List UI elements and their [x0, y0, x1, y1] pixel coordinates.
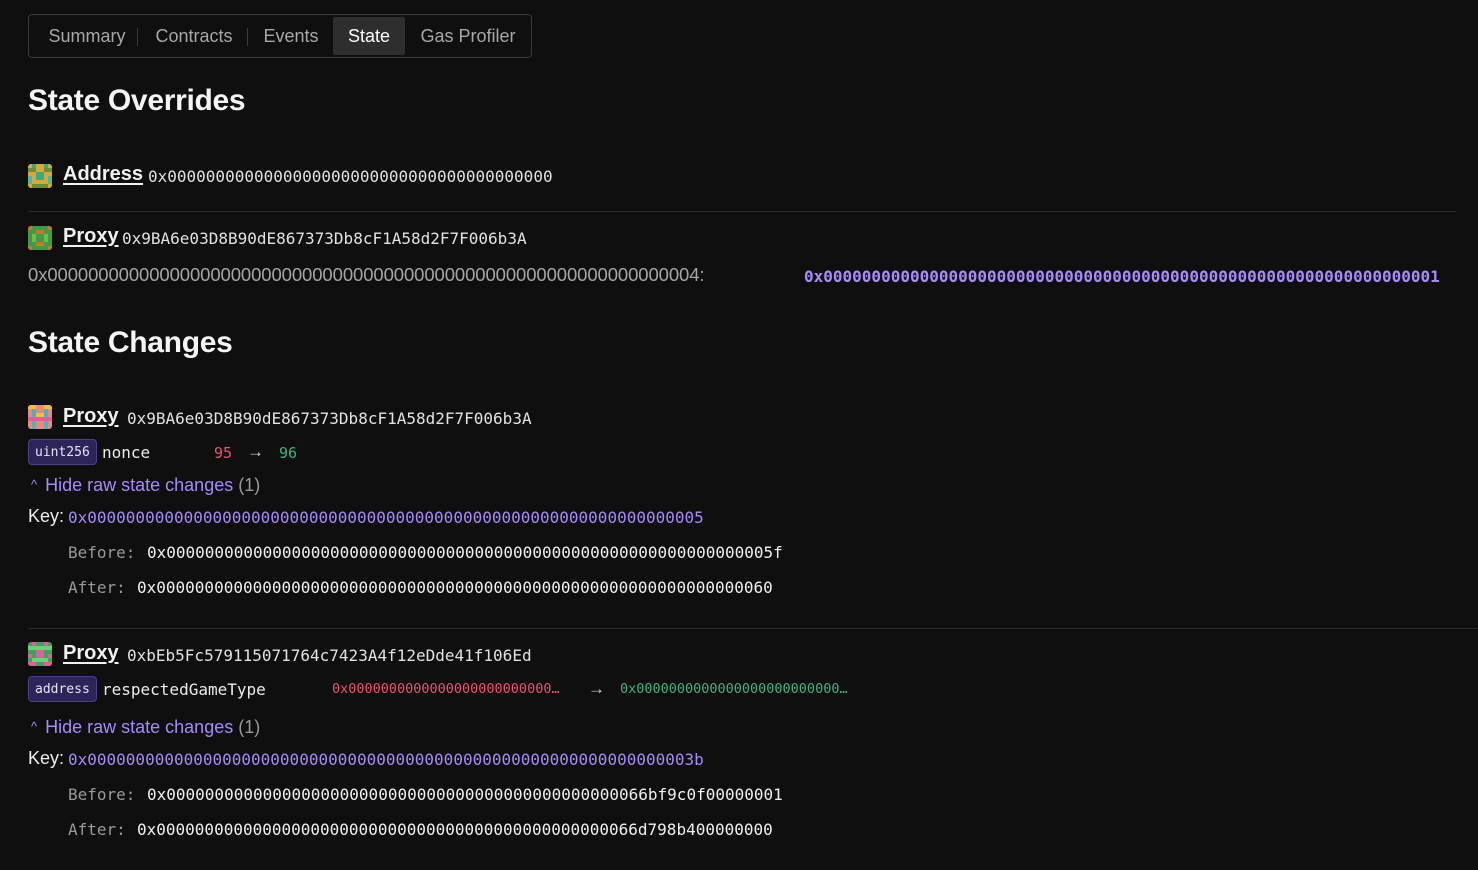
section-divider [28, 628, 1478, 629]
old-value: 0x0000000000000000000000000… [332, 681, 560, 697]
override-contract-name[interactable]: Address [63, 163, 143, 186]
key-label: Key: [28, 748, 65, 768]
override-contract-address: 0x9BA6e03D8B90dE867373Db8cF1A58d2F7F006b… [122, 229, 527, 248]
changed-contract-address: 0x9BA6e03D8B90dE867373Db8cF1A58d2F7F006b… [127, 409, 532, 428]
hide-raw-state-changes-toggle[interactable]: ^ Hide raw state changes (1) [31, 475, 260, 496]
before-value: 0x00000000000000000000000000000000000000… [147, 543, 783, 562]
toggle-label: Hide raw state changes [45, 475, 234, 495]
after-label: After: [68, 578, 126, 597]
before-label: Before: [68, 785, 136, 804]
state-overrides-heading: State Overrides [28, 84, 246, 117]
state-changes-heading: State Changes [28, 326, 233, 359]
proxy-avatar-icon [28, 405, 52, 429]
chevron-up-icon: ^ [31, 719, 38, 734]
changed-contract-address: 0xbEb5Fc579115071764c7423A4f12eDde41f106… [127, 646, 532, 665]
proxy-avatar-icon [28, 226, 52, 250]
tab-state[interactable]: State [333, 17, 405, 55]
tab-gas-profiler[interactable]: Gas Profiler [411, 17, 525, 55]
after-value: 0x00000000000000000000000000000000000000… [137, 578, 773, 597]
tab-events[interactable]: Events [255, 17, 327, 55]
type-badge: uint256 [28, 439, 97, 465]
after-value: 0x00000000000000000000000000000000000000… [137, 820, 773, 839]
state-view: Summary Contracts Events State Gas Profi… [0, 0, 1478, 870]
tab-divider [247, 28, 248, 46]
arrow-right-icon: → [247, 442, 264, 461]
override-slot-key: 0x00000000000000000000000000000000000000… [28, 264, 705, 285]
key-value: 0x00000000000000000000000000000000000000… [68, 750, 704, 769]
type-badge: address [28, 676, 97, 702]
variable-name: respectedGameType [102, 680, 266, 699]
proxy-avatar-icon [28, 642, 52, 666]
key-value: 0x00000000000000000000000000000000000000… [68, 508, 704, 527]
section-divider [28, 211, 1456, 212]
override-contract-name[interactable]: Proxy [63, 225, 119, 248]
before-value: 0x00000000000000000000000000000000000000… [147, 785, 783, 804]
toggle-count: (1) [238, 475, 261, 495]
after-label: After: [68, 820, 126, 839]
key-label: Key: [28, 506, 65, 526]
override-slot-value: 0x00000000000000000000000000000000000000… [804, 267, 1440, 286]
new-value: 0x0000000000000000000000000… [620, 681, 848, 697]
changed-contract-name[interactable]: Proxy [63, 642, 119, 665]
override-contract-address: 0x00000000000000000000000000000000000000… [148, 167, 553, 186]
tab-contracts[interactable]: Contracts [143, 17, 245, 55]
before-label: Before: [68, 543, 136, 562]
arrow-right-icon: → [588, 679, 605, 698]
toggle-label: Hide raw state changes [45, 717, 234, 737]
address-avatar-icon [28, 164, 52, 188]
old-value: 95 [214, 444, 233, 462]
toggle-count: (1) [238, 717, 261, 737]
tab-summary[interactable]: Summary [35, 17, 139, 55]
chevron-up-icon: ^ [31, 477, 38, 492]
variable-name: nonce [102, 443, 151, 462]
hide-raw-state-changes-toggle[interactable]: ^ Hide raw state changes (1) [31, 717, 260, 738]
changed-contract-name[interactable]: Proxy [63, 405, 119, 428]
tab-bar: Summary Contracts Events State Gas Profi… [28, 14, 532, 58]
new-value: 96 [279, 444, 298, 462]
tab-divider [137, 28, 138, 46]
